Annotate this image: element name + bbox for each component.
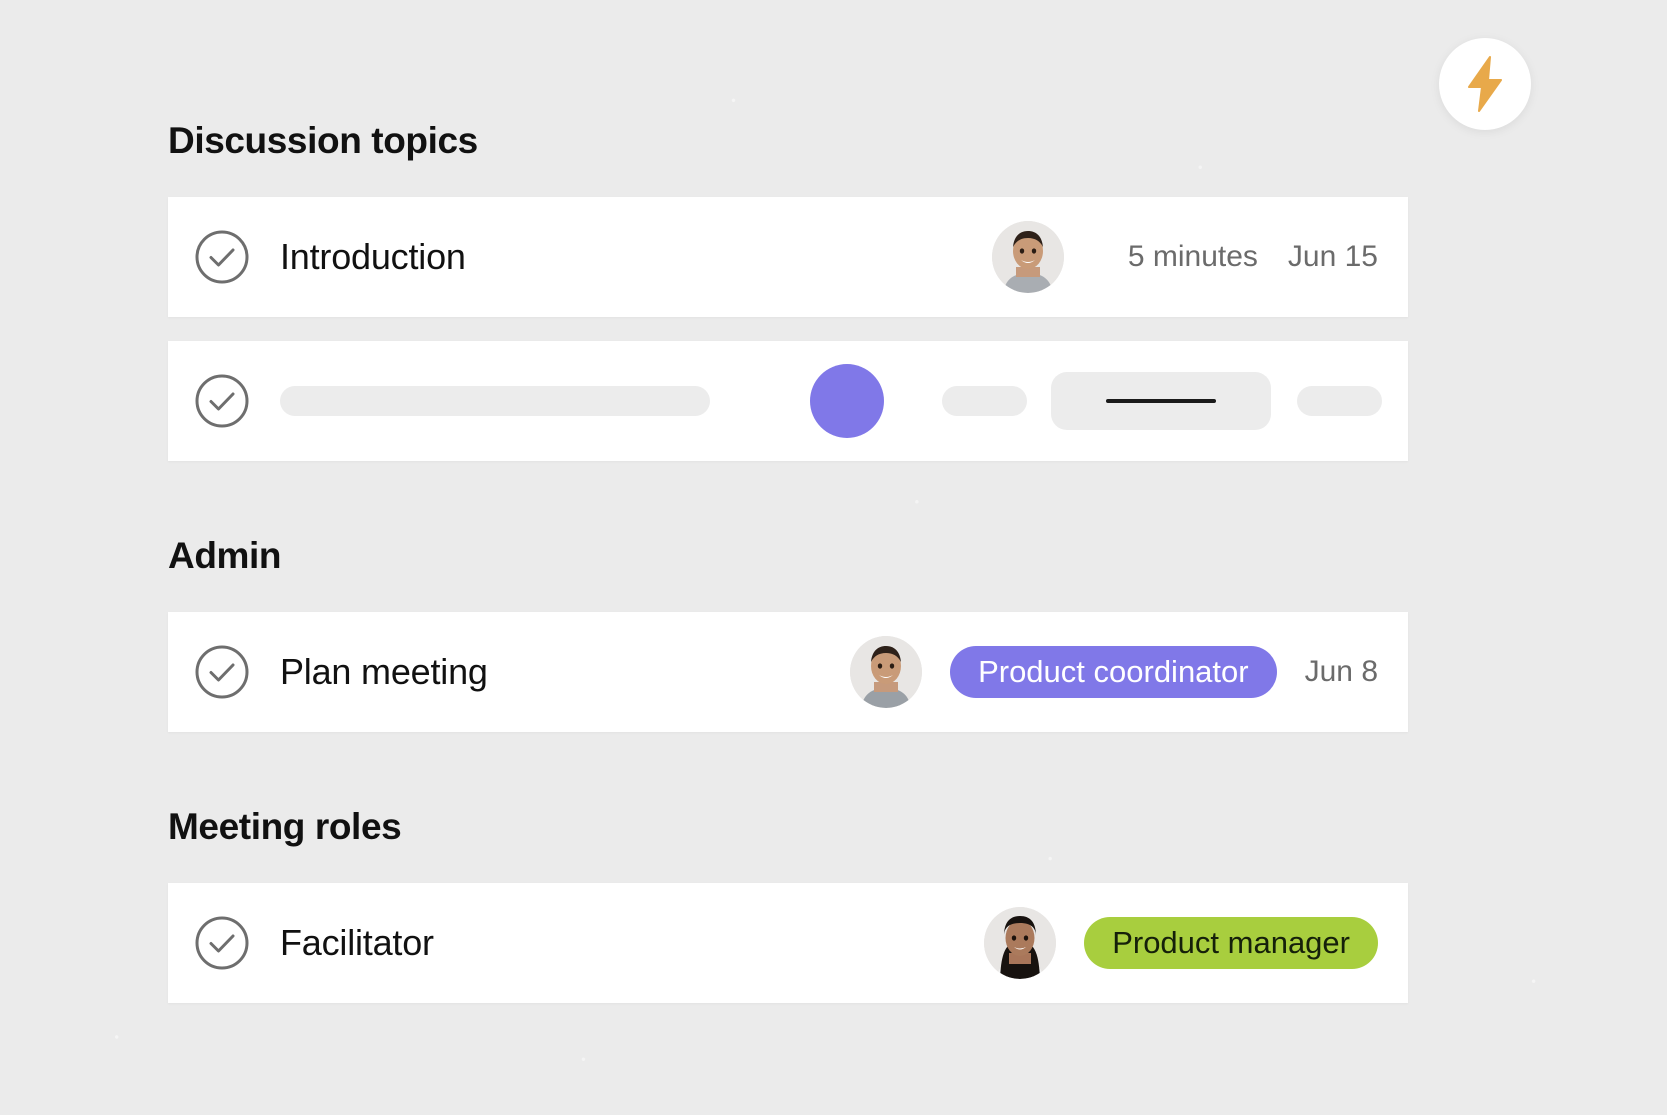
content-column: Discussion topics Introduction 5 minutes… — [168, 0, 1408, 1003]
placeholder-title-bar — [280, 386, 710, 416]
task-duration: 5 minutes — [1127, 240, 1258, 273]
task-row-facilitator[interactable]: Facilitator Product manager — [168, 883, 1408, 1003]
check-circle-icon[interactable] — [194, 915, 250, 971]
placeholder-chip-line — [1106, 399, 1216, 403]
task-title: Introduction — [280, 236, 466, 277]
section-title-discussion-topics: Discussion topics — [168, 120, 478, 161]
check-circle-icon[interactable] — [194, 373, 250, 429]
check-circle-icon[interactable] — [194, 229, 250, 285]
page-root: Discussion topics Introduction 5 minutes… — [0, 0, 1667, 1115]
avatar[interactable] — [850, 636, 923, 708]
task-meta-group: 5 minutes Jun 15 — [991, 197, 1408, 317]
avatar[interactable] — [984, 907, 1057, 979]
task-meta-group: Product coordinator Jun 8 — [850, 612, 1408, 732]
task-row-introduction[interactable]: Introduction 5 minutes Jun 15 — [168, 197, 1408, 317]
avatar[interactable] — [991, 221, 1064, 293]
section-title-meeting-roles: Meeting roles — [168, 806, 402, 847]
lightning-bolt-icon — [1463, 56, 1507, 112]
lightning-bolt-action-button[interactable] — [1439, 38, 1531, 130]
task-date: Jun 15 — [1287, 240, 1378, 273]
status-badge[interactable]: Product manager — [1084, 917, 1378, 969]
status-badge[interactable]: Product coordinator — [950, 646, 1277, 698]
task-row-plan-meeting[interactable]: Plan meeting Product coordinator Jun 8 — [168, 612, 1408, 732]
task-meta-group: Product manager — [984, 883, 1408, 1003]
placeholder-chip-trailing — [1297, 386, 1382, 416]
placeholder-meta-group — [810, 341, 1408, 461]
placeholder-accent-dot[interactable] — [810, 364, 884, 438]
check-circle-icon[interactable] — [194, 644, 250, 700]
section-title-admin: Admin — [168, 535, 282, 576]
task-date: Jun 8 — [1304, 655, 1378, 688]
task-title: Plan meeting — [280, 651, 488, 692]
placeholder-chip-large — [1051, 372, 1271, 430]
task-title: Facilitator — [280, 922, 434, 963]
task-row-placeholder[interactable] — [168, 341, 1408, 461]
placeholder-chip-small — [942, 386, 1027, 416]
